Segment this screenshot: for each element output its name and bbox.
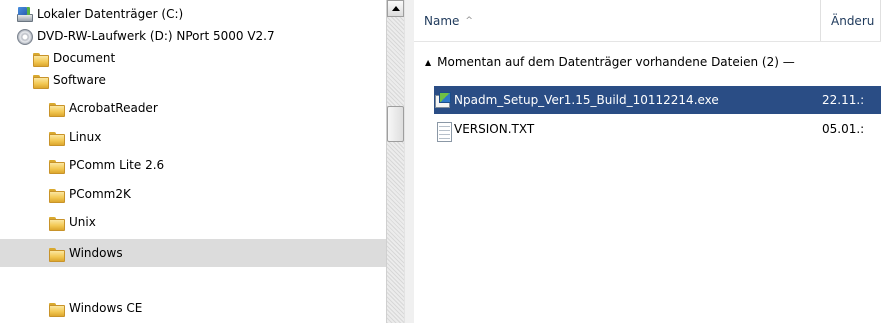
tree-item-label: AcrobatReader bbox=[69, 101, 158, 115]
sort-ascending-icon: ^ bbox=[465, 15, 473, 26]
tree-item-linux[interactable]: Linux bbox=[48, 126, 101, 148]
text-file-icon bbox=[434, 121, 452, 142]
file-list-pane: Name ^ Änderu ▲ Momentan auf dem Datentr… bbox=[414, 0, 881, 323]
file-modified-date: 22.11.: bbox=[822, 93, 865, 107]
tree-item-label: Lokaler Datenträger (C:) bbox=[37, 7, 184, 21]
folder-icon bbox=[48, 157, 65, 174]
file-name: VERSION.TXT bbox=[454, 122, 535, 136]
tree-item-label: Windows bbox=[69, 246, 123, 260]
header-divider bbox=[414, 41, 881, 42]
folder-icon bbox=[48, 186, 65, 203]
folder-icon bbox=[48, 245, 65, 262]
group-header[interactable]: ▲ Momentan auf dem Datenträger vorhanden… bbox=[414, 51, 881, 73]
tree-item-software[interactable]: Software bbox=[32, 69, 106, 91]
tree-item-label: Windows CE bbox=[69, 301, 143, 315]
folder-icon bbox=[48, 100, 65, 117]
exe-file-icon bbox=[434, 92, 451, 108]
tree-item-windows-ce[interactable]: Windows CE bbox=[48, 297, 142, 319]
scroll-up-button[interactable] bbox=[387, 0, 404, 17]
folder-icon bbox=[32, 50, 49, 67]
folder-icon bbox=[48, 129, 65, 146]
column-header-modified[interactable]: Änderu bbox=[821, 0, 881, 41]
tree-item-label: Document bbox=[53, 51, 116, 65]
folder-icon bbox=[48, 300, 65, 317]
file-row[interactable]: Npadm_Setup_Ver1.15_Build_10112214.exe 2… bbox=[434, 86, 881, 114]
tree-item-document[interactable]: Document bbox=[32, 47, 115, 69]
tree-item-pcomm-lite[interactable]: PComm Lite 2.6 bbox=[48, 154, 164, 176]
column-header-name[interactable]: Name ^ bbox=[414, 0, 821, 41]
pane-splitter[interactable] bbox=[404, 0, 414, 323]
tree-item-pcomm2k[interactable]: PComm2K bbox=[48, 183, 131, 205]
tree-item-label: PComm2K bbox=[69, 187, 131, 201]
tree-item-local-drive-c[interactable]: Lokaler Datenträger (C:) bbox=[16, 3, 183, 25]
tree-item-label: Unix bbox=[69, 215, 96, 229]
tree-item-label: Software bbox=[53, 73, 106, 87]
tree-scrollbar[interactable] bbox=[386, 0, 404, 323]
arrow-up-icon bbox=[391, 6, 400, 11]
tree-item-label: PComm Lite 2.6 bbox=[69, 158, 165, 172]
column-header-label: Änderu bbox=[831, 13, 875, 28]
file-name: Npadm_Setup_Ver1.15_Build_10112214.exe bbox=[454, 93, 719, 107]
tree-item-label: Linux bbox=[69, 130, 102, 144]
file-row[interactable]: VERSION.TXT 05.01.: bbox=[434, 115, 881, 143]
tree-item-windows[interactable]: Windows bbox=[0, 239, 386, 267]
dvd-icon bbox=[16, 28, 33, 45]
folder-icon bbox=[48, 214, 65, 231]
tree-item-label: DVD-RW-Laufwerk (D:) NPort 5000 V2.7 bbox=[37, 29, 275, 43]
group-header-label: Momentan auf dem Datenträger vorhandene … bbox=[437, 55, 795, 69]
drive-icon bbox=[16, 6, 33, 22]
navigation-pane: Lokaler Datenträger (C:) DVD-RW-Laufwerk… bbox=[0, 0, 386, 323]
tree-item-acrobatreader[interactable]: AcrobatReader bbox=[48, 97, 158, 119]
tree-item-unix[interactable]: Unix bbox=[48, 211, 96, 233]
collapse-caret-icon[interactable]: ▲ bbox=[425, 58, 431, 67]
file-modified-date: 05.01.: bbox=[822, 122, 865, 136]
column-header-row: Name ^ Änderu bbox=[414, 0, 881, 41]
tree-item-dvd-drive-d[interactable]: DVD-RW-Laufwerk (D:) NPort 5000 V2.7 bbox=[16, 25, 275, 47]
scroll-thumb[interactable] bbox=[387, 106, 404, 142]
folder-icon bbox=[32, 72, 49, 89]
column-header-label: Name bbox=[424, 13, 460, 28]
